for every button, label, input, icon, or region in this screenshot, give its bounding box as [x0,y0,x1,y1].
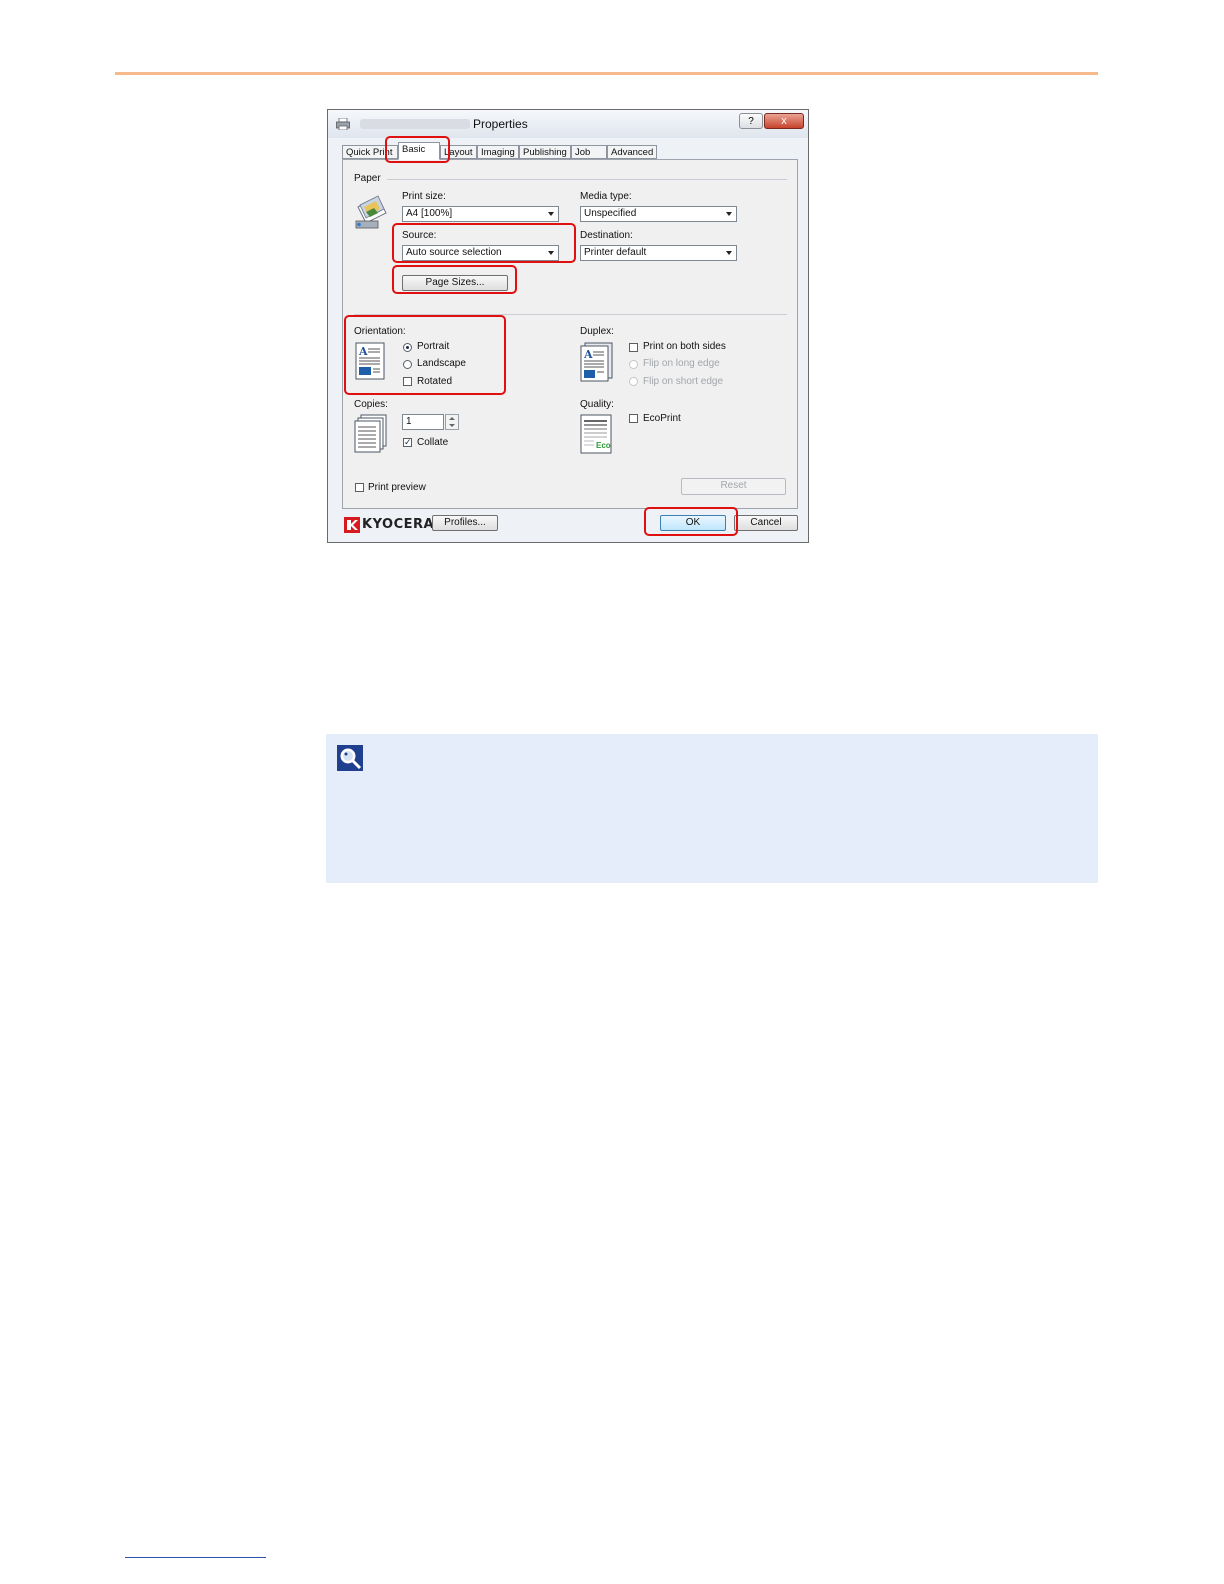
copies-stack-icon [354,414,387,453]
media-type-value: Unspecified [584,208,637,219]
flip-short-edge-label: Flip on short edge [643,376,724,387]
highlight-ok [644,507,738,536]
duplex-document-icon: A [580,342,613,382]
destination-label: Destination: [580,230,633,241]
flip-short-edge-radio[interactable] [629,377,638,386]
print-size-label: Print size: [402,191,446,202]
highlight-source [392,223,576,263]
copies-spinner[interactable] [445,414,459,430]
print-preview-checkbox[interactable] [355,483,364,492]
quality-label: Quality: [580,399,614,410]
note-magnifier-icon [337,745,363,771]
brand-name: KYOCERA [362,517,435,532]
print-preview-label: Print preview [368,482,426,493]
print-size-value: A4 [100%] [406,208,453,219]
highlight-page-sizes [392,265,517,294]
tab-publishing[interactable]: Publishing [519,145,571,159]
media-type-label: Media type: [580,191,632,202]
reset-button[interactable]: Reset [681,478,786,495]
chevron-up-icon[interactable] [449,417,455,420]
collate-checkbox[interactable]: ✓ [403,438,412,447]
collate-label: Collate [417,437,449,448]
copies-value: 1 [406,416,412,427]
paper-group-divider [387,179,787,180]
ecoprint-label: EcoPrint [643,413,681,424]
chevron-down-icon [726,251,732,255]
tab-advanced[interactable]: Advanced [607,145,657,159]
duplex-label: Duplex: [580,326,614,337]
title-bar: Properties ? x [328,110,808,138]
ecoprint-checkbox[interactable] [629,414,638,423]
copies-input[interactable]: 1 [402,414,444,430]
kyocera-logo-icon [344,517,360,533]
printer-name-redacted [360,119,470,129]
print-both-sides-label: Print on both sides [643,341,726,352]
highlight-basic-tab [385,136,450,163]
profiles-button[interactable]: Profiles... [432,515,498,531]
printer-icon [336,118,350,130]
paper-group-label: Paper [354,173,381,184]
properties-dialog: Properties ? x Quick Print Basic Layout … [327,109,809,543]
eco-badge: Eco [596,441,611,450]
dialog-title: Properties [473,117,528,131]
print-both-sides-checkbox[interactable] [629,343,638,352]
tab-imaging[interactable]: Imaging [477,145,519,159]
footer-link-rule [125,1557,266,1558]
help-button[interactable]: ? [739,113,763,129]
tab-job[interactable]: Job [571,145,607,159]
cancel-button[interactable]: Cancel [734,515,798,531]
media-type-select[interactable]: Unspecified [580,206,737,222]
destination-select[interactable]: Printer default [580,245,737,261]
header-rule [115,72,1098,75]
svg-text:A: A [583,348,593,361]
copies-label: Copies: [354,399,388,410]
chevron-down-icon [548,212,554,216]
paper-stack-icon [355,195,387,229]
chevron-down-icon [726,212,732,216]
destination-value: Printer default [584,247,647,258]
highlight-orientation [344,315,506,395]
chevron-down-icon[interactable] [449,424,455,427]
checkmark-icon: ✓ [404,437,412,447]
flip-long-edge-label: Flip on long edge [643,358,720,369]
print-size-select[interactable]: A4 [100%] [402,206,559,222]
close-button[interactable]: x [764,113,804,129]
note-box [326,734,1098,883]
flip-long-edge-radio[interactable] [629,360,638,369]
